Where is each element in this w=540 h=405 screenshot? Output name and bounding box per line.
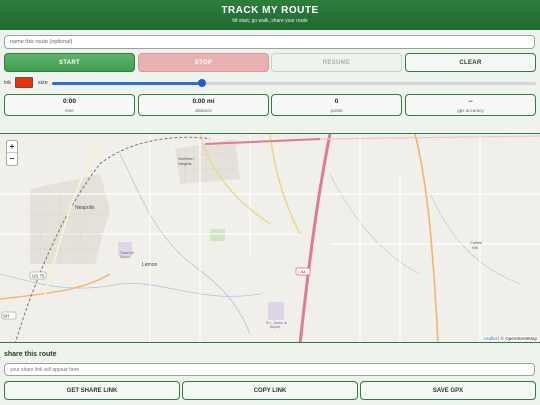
route-map[interactable]: Neapolis Lemon Northern Heights Tulsa In… (0, 133, 540, 343)
stat-label: time (65, 108, 74, 113)
ink-label: ink (4, 80, 12, 86)
stat-time: 0:00 time (4, 94, 135, 116)
map-attribution: Leaflet | © OpenStreetMap (481, 336, 539, 341)
app-subtitle: hit start, go walk, share your route (232, 18, 308, 24)
app-header: TRACK MY ROUTE hit start, go walk, share… (0, 0, 540, 30)
stat-value: -- (468, 98, 473, 105)
app-title: TRACK MY ROUTE (221, 5, 319, 16)
town-area (30, 174, 110, 264)
get-share-link-button[interactable]: GET SHARE LINK (4, 381, 180, 400)
stat-label: distance (195, 108, 212, 113)
share-link-field[interactable] (4, 363, 535, 376)
map-road-label: I 44 (298, 270, 306, 275)
map-place-label: Heights (178, 161, 192, 166)
map-place-label: Airport (270, 325, 280, 329)
stat-distance: 0.00 mi distance (138, 94, 269, 116)
start-button[interactable]: START (4, 53, 135, 72)
osm-attribution[interactable]: | © OpenStreetMap (497, 336, 537, 341)
map-place-label: Lemon (142, 262, 158, 268)
save-gpx-button[interactable]: SAVE GPX (360, 381, 536, 400)
map-place-label: Neapolis (75, 205, 95, 211)
stat-gps-accuracy: -- gps accuracy (405, 94, 536, 116)
stat-value: 0:00 (62, 98, 76, 105)
clear-button[interactable]: CLEAR (405, 53, 536, 72)
map-zoom-control: + − (6, 140, 18, 166)
resume-button[interactable]: RESUME (271, 53, 402, 72)
map-place-label: Airport (120, 255, 130, 259)
leaflet-link[interactable]: Leaflet (483, 336, 497, 341)
size-label: size (38, 80, 48, 86)
stat-label: points (330, 108, 343, 113)
stop-button[interactable]: STOP (138, 53, 269, 72)
ink-color-picker[interactable] (15, 77, 33, 88)
map-road-label: US 75 (32, 274, 45, 279)
share-section-title: share this route (4, 351, 57, 358)
size-slider-fill (52, 82, 203, 85)
map-tiles[interactable]: Neapolis Lemon Northern Heights Tulsa In… (0, 134, 540, 343)
copy-link-button[interactable]: COPY LINK (182, 381, 358, 400)
route-name-input[interactable] (4, 35, 535, 49)
map-road-label: SH (3, 314, 9, 319)
stat-points: 0 points (271, 94, 402, 116)
size-slider-thumb[interactable] (198, 79, 207, 87)
stat-label: gps accuracy (457, 108, 484, 113)
zoom-out-button[interactable]: − (7, 153, 17, 165)
stat-value: 0 (334, 98, 339, 105)
stat-value: 0.00 mi (192, 98, 215, 105)
zoom-in-button[interactable]: + (7, 141, 17, 153)
map-place-label: Hill (472, 245, 478, 250)
